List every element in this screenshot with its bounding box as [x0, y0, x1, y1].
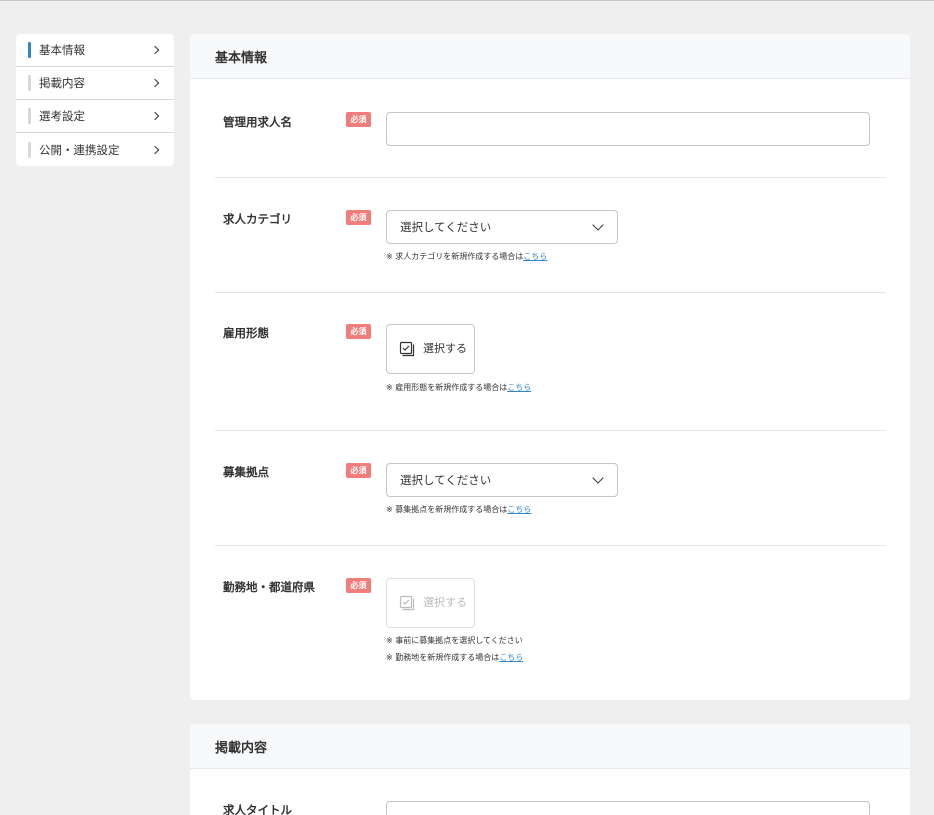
location-row: 勤務地・都道府県 必須 選択する ※ 事前に募集拠点を選択してください ※ 勤務… [215, 546, 886, 700]
employment-row: 雇用形態 必須 選択する ※ 雇用形態を新規作成する場合はこちら [215, 293, 886, 431]
indicator [28, 75, 31, 91]
category-select-value: 選択してください [400, 220, 492, 234]
category-select[interactable]: 選択してください [386, 210, 618, 244]
base-select[interactable]: 選択してください [386, 463, 618, 497]
location-note-2: ※ 勤務地を新規作成する場合はこちら [386, 652, 523, 663]
required-badge: 必須 [346, 112, 371, 127]
category-create-link[interactable]: こちら [523, 252, 547, 261]
location-label: 勤務地・都道府県 [223, 580, 315, 594]
location-create-link[interactable]: こちら [499, 653, 523, 662]
location-select-label: 選択する [423, 596, 467, 609]
base-create-link[interactable]: こちら [507, 505, 531, 514]
admin-name-input[interactable] [386, 112, 870, 146]
indicator [28, 108, 31, 124]
chevron-right-icon [150, 145, 160, 154]
checkbox-list-icon [399, 341, 415, 357]
required-badge: 必須 [346, 324, 371, 339]
required-badge: 必須 [346, 463, 371, 478]
sidebar-nav: 基本情報 掲載内容 選考設定 公開・連携設定 [16, 34, 174, 166]
chevron-down-icon [592, 472, 604, 484]
required-badge: 必須 [346, 210, 371, 225]
job-title-label: 求人タイトル [223, 803, 292, 815]
employment-note: ※ 雇用形態を新規作成する場合はこちら [386, 382, 531, 393]
employment-create-link[interactable]: こちら [507, 383, 531, 392]
sidebar-item-label: 基本情報 [39, 43, 85, 57]
chevron-right-icon [150, 45, 160, 55]
sidebar-item-label: 選考設定 [39, 109, 85, 123]
base-row: 募集拠点 必須 選択してください ※ 募集拠点を新規作成する場合はこちら [215, 431, 886, 546]
note-text: ※ 雇用形態を新規作成する場合は [386, 383, 508, 392]
location-note-1: ※ 事前に募集拠点を選択してください [386, 636, 523, 645]
category-label: 求人カテゴリ [223, 212, 292, 226]
sidebar-item-basic-info[interactable]: 基本情報 [16, 34, 174, 67]
sidebar-item-posting-content[interactable]: 掲載内容 [16, 67, 174, 100]
base-label: 募集拠点 [223, 465, 269, 479]
employment-select-label: 選択する [423, 342, 467, 355]
location-select-button[interactable]: 選択する [386, 578, 475, 628]
basic-info-panel: 基本情報 管理用求人名 必須 求人カテゴリ 必須 選択してください ※ 求人カテ… [190, 34, 910, 700]
note-text: ※ 求人カテゴリを新規作成する場合は [386, 252, 524, 261]
sidebar-item-label: 公開・連携設定 [39, 142, 120, 157]
checkbox-list-icon [399, 595, 415, 611]
chevron-right-icon [150, 78, 160, 88]
chevron-right-icon [150, 111, 160, 121]
note-text: ※ 募集拠点を新規作成する場合は [386, 505, 508, 514]
category-note: ※ 求人カテゴリを新規作成する場合はこちら [386, 251, 547, 262]
job-title-input[interactable] [386, 801, 870, 815]
panel-title: 掲載内容 [190, 724, 910, 769]
chevron-down-icon [592, 219, 604, 231]
panel-title: 基本情報 [190, 34, 910, 79]
indicator [28, 141, 31, 158]
note-text: ※ 勤務地を新規作成する場合は [386, 653, 500, 662]
posting-content-panel: 掲載内容 求人タイトル [190, 724, 910, 815]
admin-name-row: 管理用求人名 必須 [215, 79, 886, 178]
base-select-value: 選択してください [400, 473, 492, 487]
employment-label: 雇用形態 [223, 326, 269, 340]
admin-name-label: 管理用求人名 [223, 115, 292, 129]
category-row: 求人カテゴリ 必須 選択してください ※ 求人カテゴリを新規作成する場合はこちら [215, 178, 886, 293]
required-badge: 必須 [346, 578, 371, 593]
employment-select-button[interactable]: 選択する [386, 324, 475, 374]
active-indicator [28, 42, 31, 58]
sidebar-item-selection-settings[interactable]: 選考設定 [16, 100, 174, 133]
sidebar-item-label: 掲載内容 [39, 76, 85, 90]
job-title-row: 求人タイトル [215, 769, 886, 815]
base-note: ※ 募集拠点を新規作成する場合はこちら [386, 504, 531, 515]
sidebar-item-publish-settings[interactable]: 公開・連携設定 [16, 133, 174, 166]
